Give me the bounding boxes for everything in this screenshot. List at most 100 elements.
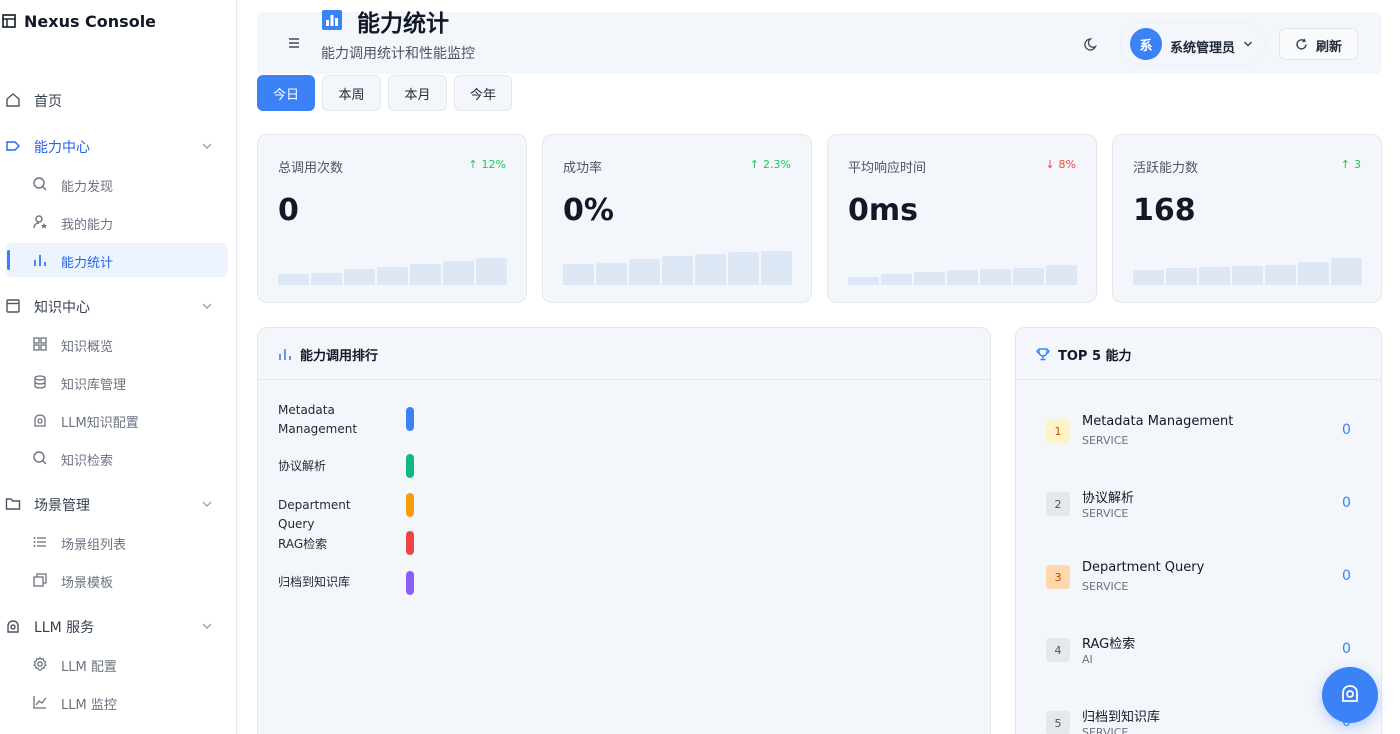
moon-icon[interactable] xyxy=(1084,36,1100,52)
stat-label: 成功率 xyxy=(563,161,603,176)
ability-name: Department Query xyxy=(1082,560,1205,575)
stat-value: 0% xyxy=(563,193,614,228)
sidebar-item-llm-monitor[interactable]: LLM 监控 xyxy=(6,685,228,719)
top5-panel: TOP 5 能力 1 Metadata Management SERVICE 0… xyxy=(1015,327,1382,734)
list-item[interactable]: 4 RAG检索 AI 0 xyxy=(1046,633,1356,689)
sidebar-item-label: LLM知识配置 xyxy=(61,416,139,431)
stat-label: 总调用次数 xyxy=(278,161,344,176)
sidebar-item-scene-group-list[interactable]: 场景组列表 xyxy=(6,525,228,559)
sparkline-bar xyxy=(1265,265,1296,285)
bar-chart-icon xyxy=(278,347,292,361)
sidebar-item-ability-discover[interactable]: 能力发现 xyxy=(6,167,228,201)
sidebar-item-knowledge-overview[interactable]: 知识概览 xyxy=(6,327,228,361)
trophy-icon xyxy=(1036,347,1050,361)
ranking-label: RAG检索 xyxy=(278,537,328,551)
panel-title: TOP 5 能力 xyxy=(1058,349,1132,364)
page-header: 能力统计 能力调用统计和性能监控 系 系统管理员 刷新 xyxy=(257,9,1382,74)
sparkline-bar xyxy=(344,269,375,285)
sidebar-item-label: LLM 监控 xyxy=(61,698,117,713)
stat-trend: ↑ 12% xyxy=(468,158,506,171)
sidebar-item-label: 知识中心 xyxy=(34,300,90,316)
list-item[interactable]: 2 协议解析 SERVICE 0 xyxy=(1046,487,1356,543)
list-item[interactable]: 3 Department Query SERVICE 0 xyxy=(1046,560,1356,616)
sidebar-item-knowledge-base[interactable]: 知识库管理 xyxy=(6,365,228,399)
copy-icon xyxy=(32,572,48,588)
chart-title-icon xyxy=(321,9,343,31)
sidebar-item-ability-stats[interactable]: 能力统计 xyxy=(6,243,228,277)
sidebar-item-scene-management[interactable]: 场景管理 xyxy=(0,487,236,521)
ranking-bar xyxy=(406,571,414,595)
ranking-bar xyxy=(406,407,414,431)
sparkline-bar xyxy=(980,269,1011,285)
sidebar-item-home[interactable]: 首页 xyxy=(0,83,236,117)
user-menu[interactable]: 系 系统管理员 xyxy=(1120,22,1266,66)
avatar: 系 xyxy=(1130,28,1162,60)
bar-chart-icon xyxy=(32,252,48,268)
tab-week[interactable]: 本周 xyxy=(322,75,381,111)
tab-year[interactable]: 今年 xyxy=(454,75,512,111)
sidebar-item-knowledge-center[interactable]: 知识中心 xyxy=(0,289,236,323)
list-item[interactable]: 5 归档到知识库 SERVICE 0 xyxy=(1046,706,1356,734)
arrow-down-icon: ↓ xyxy=(1045,158,1055,171)
ranking-bar xyxy=(406,454,414,478)
sidebar-item-label: 我的能力 xyxy=(61,218,114,233)
sidebar-item-llm-config[interactable]: LLM 配置 xyxy=(6,647,228,681)
chevron-down-icon xyxy=(201,620,213,632)
brand-name: Nexus Console xyxy=(24,11,157,31)
sparkline-bar xyxy=(563,264,594,285)
stat-trend-value: 3 xyxy=(1354,158,1361,171)
panel-title: 能力调用排行 xyxy=(300,349,379,364)
sparkline-bar xyxy=(476,258,507,285)
rank-badge: 1 xyxy=(1046,419,1070,443)
assistant-fab-button[interactable] xyxy=(1322,667,1378,723)
sidebar-item-label: 场景管理 xyxy=(34,498,90,514)
sidebar-item-label: LLM 配置 xyxy=(61,660,117,675)
ability-name: 协议解析 xyxy=(1082,491,1135,506)
tab-today[interactable]: 今日 xyxy=(257,75,315,111)
sidebar-item-label: 知识检索 xyxy=(61,454,114,469)
sidebar-item-label: 场景组列表 xyxy=(61,538,127,553)
arrow-up-icon: ↑ xyxy=(749,158,760,171)
brand[interactable]: Nexus Console xyxy=(0,10,156,32)
sparkline-bar xyxy=(1133,270,1164,285)
sidebar-item-llm-service[interactable]: LLM 服务 xyxy=(0,609,236,643)
page-title: 能力统计 xyxy=(357,11,449,37)
list-item[interactable]: 1 Metadata Management SERVICE 0 xyxy=(1046,414,1356,470)
sparkline-bar xyxy=(728,252,759,285)
ranking-label: Department Query xyxy=(278,498,351,531)
sparkline xyxy=(1133,247,1363,285)
sparkline-bar xyxy=(311,273,342,285)
stat-trend-value: 2.3% xyxy=(763,158,791,171)
stat-label: 平均响应时间 xyxy=(848,161,927,176)
sparkline xyxy=(563,247,793,285)
stat-card-success-rate: 成功率 ↑ 2.3% 0% xyxy=(542,134,812,303)
sidebar-item-scene-templates[interactable]: 场景模板 xyxy=(6,563,228,597)
refresh-button[interactable]: 刷新 xyxy=(1279,28,1358,60)
ability-type: SERVICE xyxy=(1082,507,1129,520)
sidebar-item-ability-center[interactable]: 能力中心 xyxy=(0,129,236,163)
refresh-label: 刷新 xyxy=(1316,40,1343,55)
sidebar-item-llm-knowledge-config[interactable]: LLM知识配置 xyxy=(6,403,228,437)
panel-header: 能力调用排行 xyxy=(258,328,990,380)
sparkline-bar xyxy=(1298,262,1329,285)
sidebar-item-my-abilities[interactable]: 我的能力 xyxy=(6,205,228,239)
chevron-down-icon xyxy=(201,140,213,152)
search-icon xyxy=(32,450,48,466)
robot-icon xyxy=(1339,682,1361,708)
sidebar-item-knowledge-search[interactable]: 知识检索 xyxy=(6,441,228,475)
sparkline xyxy=(278,247,508,285)
page-subtitle: 能力调用统计和性能监控 xyxy=(321,46,475,62)
stat-value: 0 xyxy=(278,193,299,228)
tab-month[interactable]: 本月 xyxy=(388,75,447,111)
rank-badge: 3 xyxy=(1046,565,1070,589)
sidebar-item-label: 知识库管理 xyxy=(61,378,127,393)
sparkline-bar xyxy=(629,259,660,285)
menu-toggle-icon[interactable] xyxy=(287,36,301,50)
stat-value: 168 xyxy=(1133,193,1196,228)
list-icon xyxy=(32,534,48,550)
console-logo-icon xyxy=(2,14,16,28)
stat-trend: ↑ 2.3% xyxy=(750,158,791,171)
refresh-icon xyxy=(1295,38,1308,51)
rank-badge: 2 xyxy=(1046,492,1070,516)
sidebar-item-label: LLM 服务 xyxy=(34,620,95,636)
